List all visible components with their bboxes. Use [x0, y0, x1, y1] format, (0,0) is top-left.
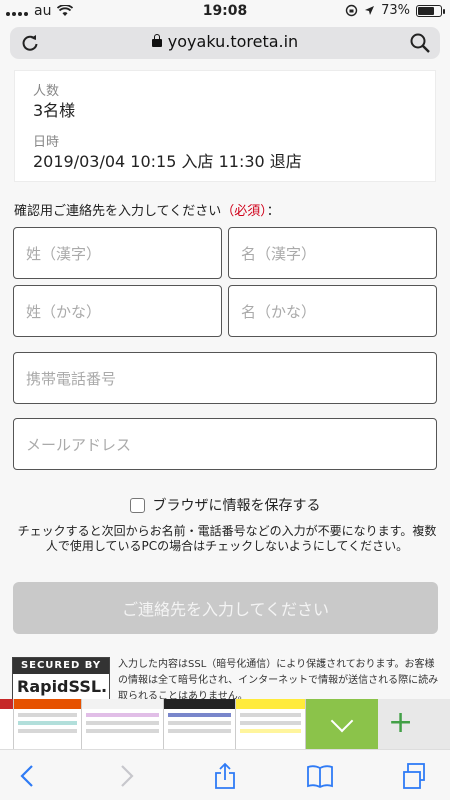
share-icon[interactable] — [211, 762, 239, 790]
tab-thumbnail-active[interactable] — [306, 699, 378, 749]
url-text: yoyaku.toreta.in — [167, 32, 299, 51]
ssl-notice: 入力した内容はSSL（暗号化通信）により保護されております。お客様の情報は全て暗… — [118, 659, 439, 702]
battery-percent: 73% — [381, 3, 410, 18]
required-label: （必須） — [221, 204, 267, 219]
url-display[interactable]: yoyaku.toreta.in — [10, 32, 440, 51]
tab-thumbnail[interactable] — [82, 699, 164, 749]
back-icon[interactable] — [14, 762, 42, 790]
save-info-checkbox[interactable] — [129, 497, 145, 513]
form-intro-suffix: ： — [266, 204, 280, 219]
url-bar[interactable]: yoyaku.toreta.in — [10, 27, 440, 59]
bookmarks-icon[interactable] — [306, 762, 334, 790]
add-tab-icon[interactable]: + — [388, 705, 413, 740]
last-name-kana-input[interactable]: 姓（かな） — [13, 285, 222, 337]
tab-thumbnail[interactable] — [236, 699, 306, 749]
status-right: 73% — [345, 3, 445, 18]
ssl-badge-top: SECURED BY — [13, 658, 109, 674]
last-name-kanji-input[interactable]: 姓（漢字） — [13, 227, 222, 279]
forward-icon[interactable] — [112, 762, 140, 790]
tabs-icon[interactable] — [400, 762, 428, 790]
location-icon — [365, 6, 375, 15]
phone-input[interactable]: 携帯電話番号 — [13, 352, 437, 404]
datetime-value: 2019/03/04 10:15 入店 11:30 退店 — [33, 152, 302, 171]
form-intro-text: 確認用ご連絡先を入力してください — [14, 204, 222, 219]
save-info-label[interactable]: ブラウザに情報を保存する — [153, 495, 321, 515]
ssl-badge-brand: RapidSSL. — [17, 677, 108, 696]
battery-icon — [416, 4, 445, 17]
tab-thumbnail[interactable] — [0, 699, 14, 749]
first-name-kanji-input[interactable]: 名（漢字） — [228, 227, 437, 279]
tab-preview-strip[interactable]: + — [0, 699, 450, 749]
people-value: 3名様 — [33, 101, 76, 120]
save-info-note: チェックすると次回からお名前・電話番号などの入力が不要になります。複数人で使用し… — [17, 524, 437, 553]
status-bar: au 19:08 73% — [0, 0, 450, 24]
lock-icon — [151, 34, 162, 47]
email-input[interactable]: メールアドレス — [13, 418, 437, 470]
browser-toolbar — [0, 749, 450, 800]
search-icon[interactable] — [408, 31, 432, 55]
submit-button[interactable]: ご連絡先を入力してください — [13, 582, 438, 634]
ssl-badge: SECURED BY RapidSSL. — [12, 657, 110, 701]
orientation-lock-icon — [345, 4, 358, 17]
chevron-down-icon — [330, 709, 354, 733]
save-info-row[interactable]: ブラウザに情報を保存する — [0, 495, 450, 515]
form-intro: 確認用ご連絡先を入力してください（必須）： — [14, 200, 280, 219]
reservation-summary: 人数 3名様 日時 2019/03/04 10:15 入店 11:30 退店 — [14, 70, 436, 182]
tab-thumbnail[interactable] — [164, 699, 236, 749]
first-name-kana-input[interactable]: 名（かな） — [228, 285, 437, 337]
tab-thumbnail[interactable] — [14, 699, 82, 749]
